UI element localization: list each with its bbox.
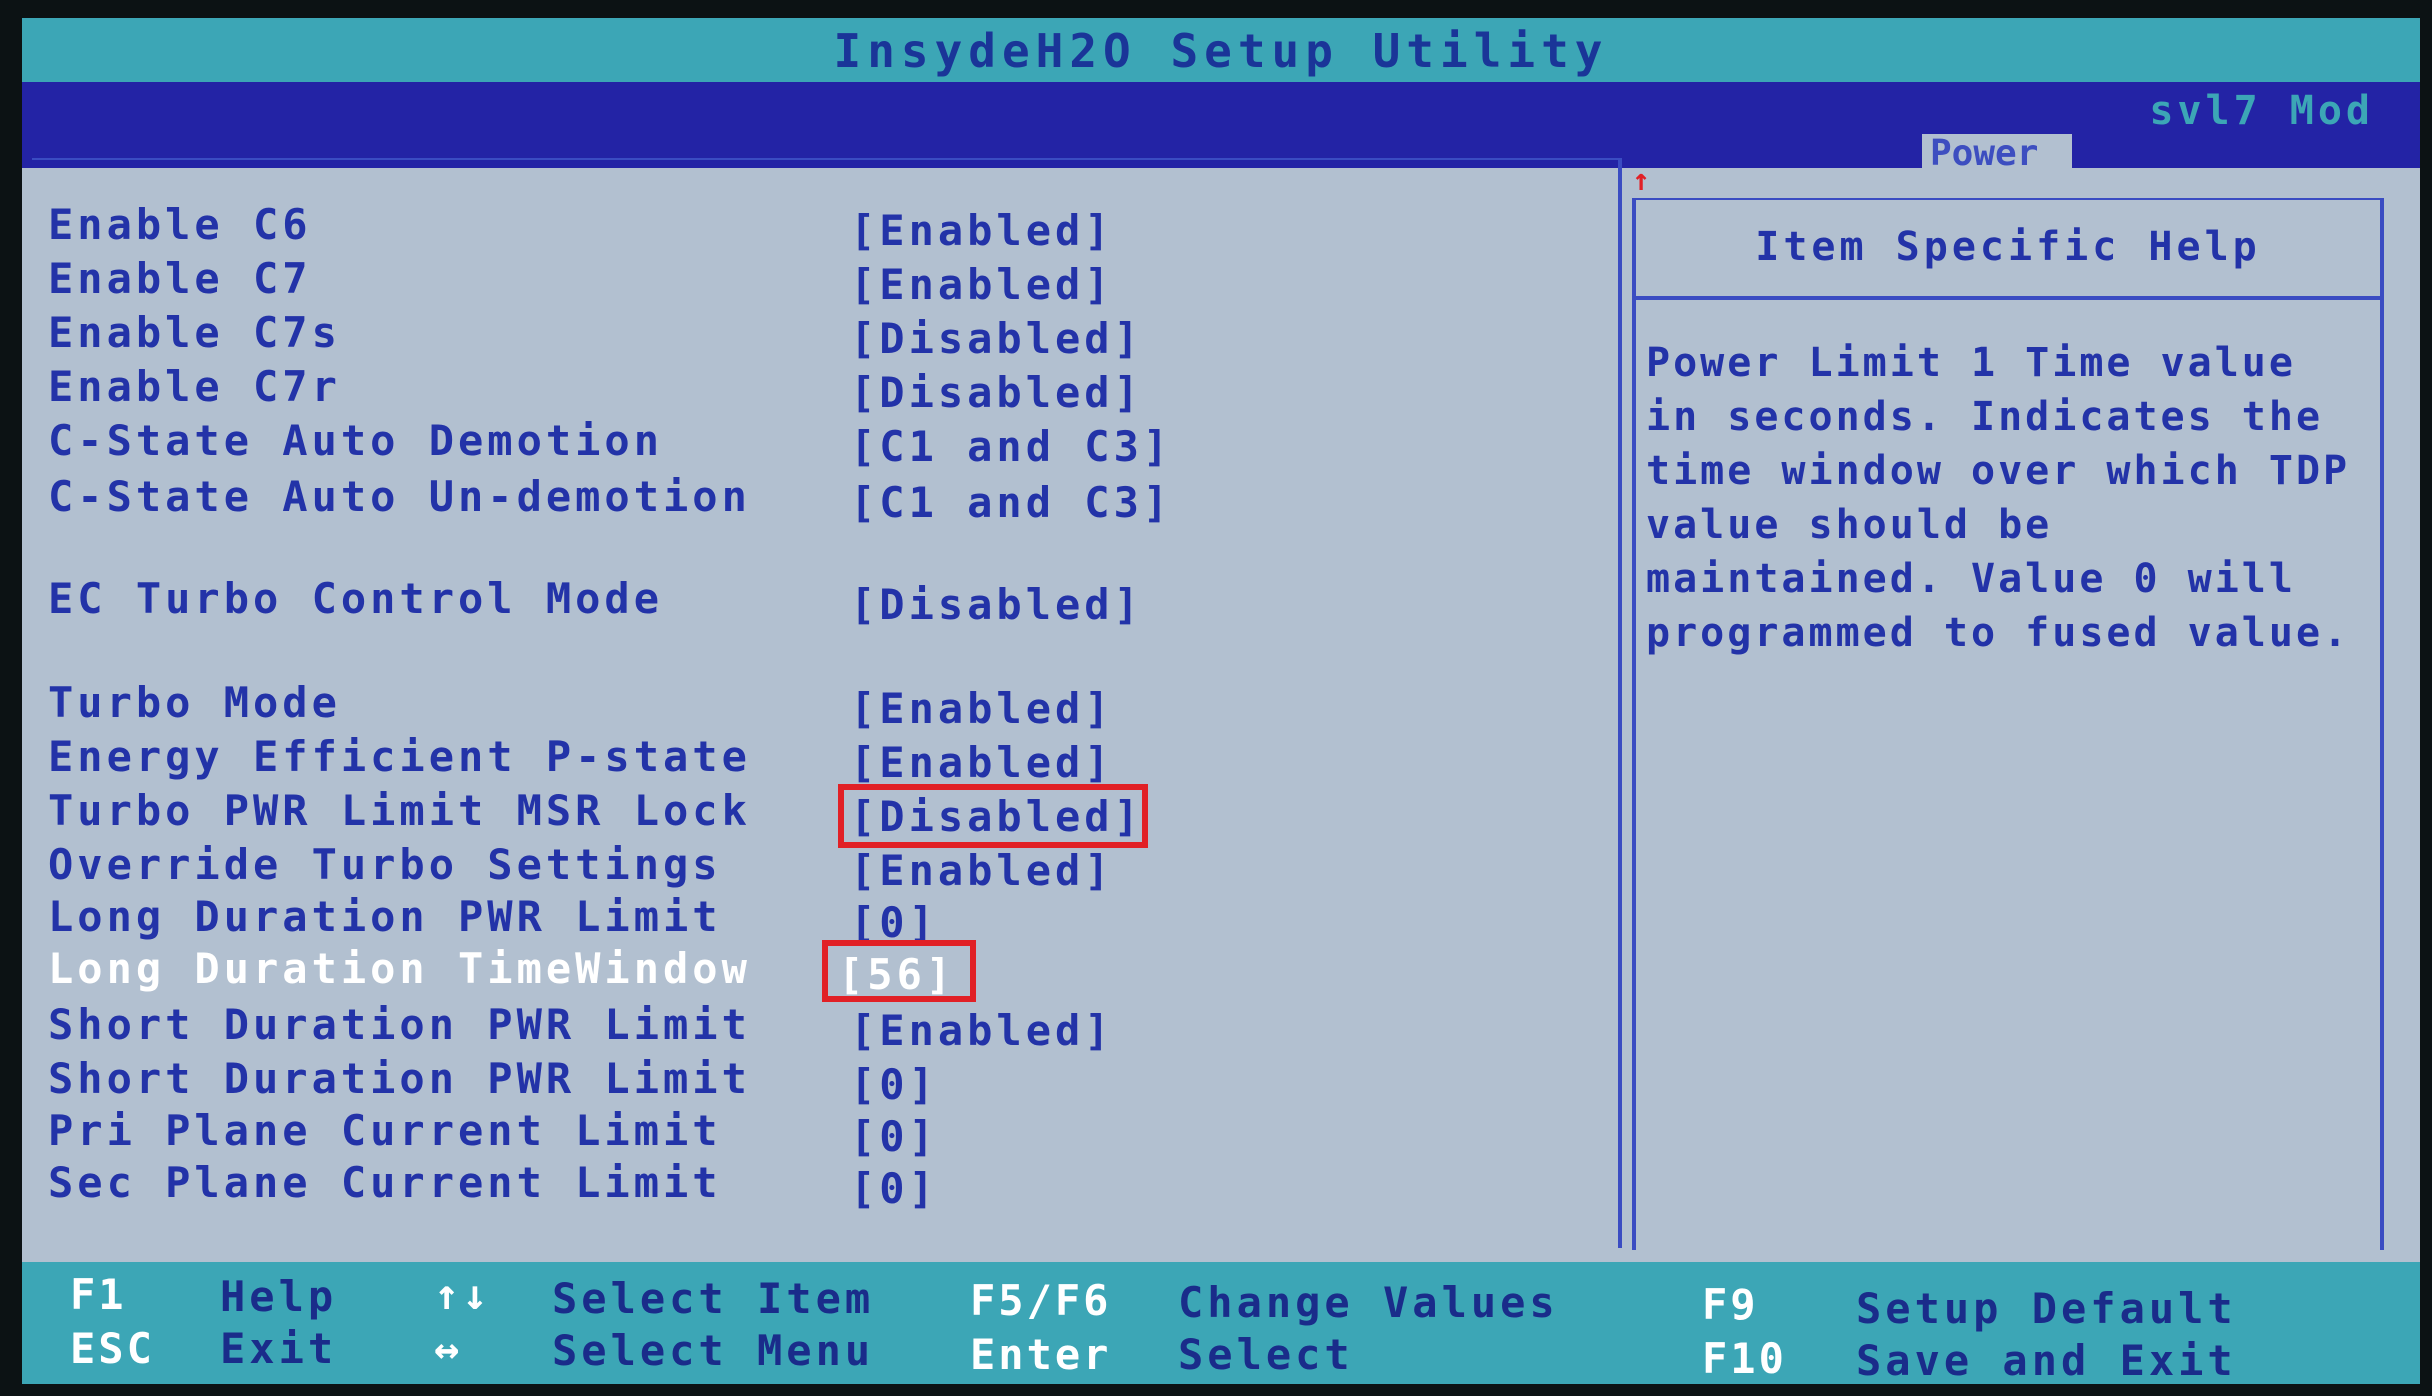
setting-row-turbo-pwr-limit-msr-lock[interactable]: Turbo PWR Limit MSR Lock [Disabled] [32, 786, 1612, 841]
key-f10-desc: Save and Exit [1856, 1336, 2237, 1384]
setting-row-pri-plane-current-limit[interactable]: Pri Plane Current Limit [0] [32, 1106, 1612, 1161]
setting-row-sec-plane-current-limit[interactable]: Sec Plane Current Limit [0] [32, 1158, 1612, 1213]
scroll-up-icon: ↑ [1632, 163, 1651, 198]
menu-bar: svl7 Mod Power [22, 82, 2420, 174]
setting-row-short-duration-pwr-limit-enable[interactable]: Short Duration PWR Limit [Enabled] [32, 1000, 1612, 1055]
key-f5f6: F5/F6 [970, 1276, 1112, 1325]
setting-value[interactable]: [Disabled] [850, 314, 1143, 363]
setting-value[interactable]: [Enabled] [850, 1006, 1114, 1055]
help-pane: Item Specific Help Power Limit 1 Time va… [1632, 198, 2384, 1250]
setting-label: Pri Plane Current Limit [48, 1106, 722, 1155]
setting-row-short-duration-pwr-limit[interactable]: Short Duration PWR Limit [0] [32, 1054, 1612, 1109]
footer-key-legend: F1 Help ESC Exit ↑↓ Select Item ↔ Select… [22, 1262, 2420, 1384]
setting-row-ec-turbo-control-mode[interactable]: EC Turbo Control Mode [Disabled] [32, 574, 1612, 629]
app-title: InsydeH2O Setup Utility [833, 24, 1609, 78]
key-f9: F9 [1702, 1280, 1759, 1329]
setting-row-turbo-mode[interactable]: Turbo Mode [Enabled] [32, 678, 1612, 733]
setting-row-cstate-auto-undemotion[interactable]: C-State Auto Un-demotion [C1 and C3] [32, 472, 1612, 527]
setting-row-enable-c7r[interactable]: Enable C7r [Disabled] [32, 362, 1612, 417]
setting-label: Enable C7s [48, 308, 341, 357]
key-f9-desc: Setup Default [1856, 1284, 2237, 1333]
key-f10: F10 [1702, 1334, 1787, 1383]
setting-label: Override Turbo Settings [48, 840, 722, 889]
setting-value[interactable]: [C1 and C3] [850, 422, 1172, 471]
arrow-leftright-icon: ↔ [434, 1324, 463, 1373]
setting-value[interactable]: [Enabled] [850, 206, 1114, 255]
setting-value[interactable]: [Enabled] [850, 260, 1114, 309]
setting-label: Energy Efficient P-state [48, 732, 751, 781]
setting-value[interactable]: [0] [850, 1060, 938, 1109]
setting-value[interactable]: [C1 and C3] [850, 478, 1172, 527]
bios-screen: InsydeH2O Setup Utility svl7 Mod Power E… [22, 18, 2420, 1384]
setting-label: Long Duration TimeWindow [48, 944, 751, 993]
key-f1-desc: Help [220, 1272, 338, 1321]
setting-label: Turbo PWR Limit MSR Lock [48, 786, 751, 835]
setting-label: Enable C7r [48, 362, 341, 411]
key-enter: Enter [970, 1330, 1112, 1379]
setting-label: EC Turbo Control Mode [48, 574, 664, 623]
setting-label: Sec Plane Current Limit [48, 1158, 722, 1207]
key-updown-desc: Select Item [552, 1274, 875, 1323]
setting-label: Long Duration PWR Limit [48, 892, 722, 941]
arrow-updown-icon: ↑↓ [434, 1270, 491, 1319]
help-header: Item Specific Help [1636, 200, 2380, 300]
setting-label: Enable C6 [48, 200, 312, 249]
setting-row-energy-efficient-pstate[interactable]: Energy Efficient P-state [Enabled] [32, 732, 1612, 787]
setting-value[interactable]: [Enabled] [850, 846, 1114, 895]
key-esc: ESC [70, 1324, 155, 1373]
setting-row-cstate-auto-demotion[interactable]: C-State Auto Demotion [C1 and C3] [32, 416, 1612, 471]
key-f1: F1 [70, 1270, 127, 1319]
setting-value[interactable]: [Enabled] [850, 738, 1114, 787]
highlight-box-timewindow [822, 940, 976, 1002]
key-leftright-desc: Select Menu [552, 1326, 875, 1375]
setting-label: Enable C7 [48, 254, 312, 303]
settings-pane: Enable C6 [Enabled] Enable C7 [Enabled] … [32, 158, 1622, 1248]
highlight-box-msr-lock [838, 784, 1148, 848]
setting-row-override-turbo-settings[interactable]: Override Turbo Settings [Enabled] [32, 840, 1612, 895]
setting-label: C-State Auto Un-demotion [48, 472, 751, 521]
key-f5f6-desc: Change Values [1178, 1278, 1559, 1327]
help-title: Item Specific Help [1755, 224, 2261, 270]
setting-label: Short Duration PWR Limit [48, 1000, 751, 1049]
tab-power[interactable]: Power [1922, 134, 2072, 174]
setting-label: C-State Auto Demotion [48, 416, 664, 465]
setting-value[interactable]: [Enabled] [850, 684, 1114, 733]
setting-value[interactable]: [0] [850, 1112, 938, 1161]
setting-row-enable-c7[interactable]: Enable C7 [Enabled] [32, 254, 1612, 309]
model-label: svl7 Mod [2149, 88, 2374, 134]
setting-value[interactable]: [0] [850, 1164, 938, 1213]
setting-label: Turbo Mode [48, 678, 341, 727]
setting-row-enable-c7s[interactable]: Enable C7s [Disabled] [32, 308, 1612, 363]
help-text: Power Limit 1 Time value in seconds. Ind… [1646, 340, 2351, 656]
setting-label: Short Duration PWR Limit [48, 1054, 751, 1103]
setting-row-enable-c6[interactable]: Enable C6 [Enabled] [32, 200, 1612, 255]
key-esc-desc: Exit [220, 1324, 338, 1373]
setting-row-long-duration-pwr-limit[interactable]: Long Duration PWR Limit [0] [32, 892, 1612, 947]
setting-value[interactable]: [Disabled] [850, 580, 1143, 629]
key-enter-desc: Select [1178, 1330, 1354, 1379]
setting-value[interactable]: [Disabled] [850, 368, 1143, 417]
title-bar: InsydeH2O Setup Utility [22, 18, 2420, 82]
